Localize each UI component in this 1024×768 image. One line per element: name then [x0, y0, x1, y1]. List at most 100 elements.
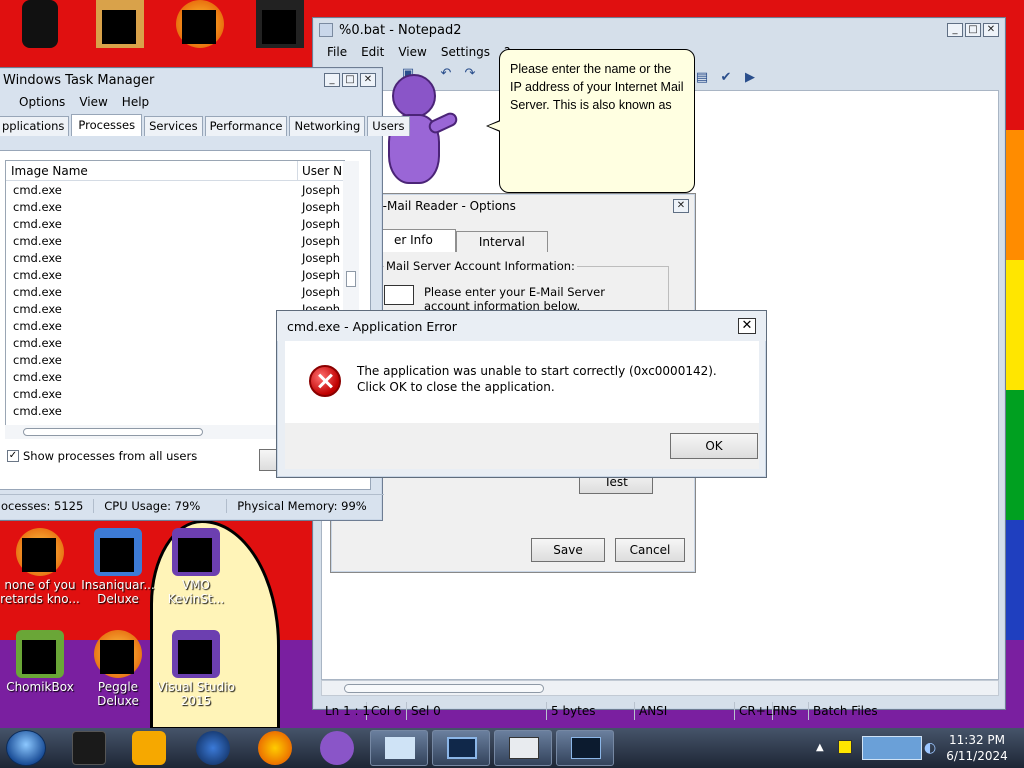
status-mode: INS: [773, 702, 809, 720]
show-all-processes-checkbox[interactable]: ✓ Show processes from all users: [7, 449, 197, 463]
notepad-app-icon: [319, 23, 333, 37]
desktop-icon-insaniquarium[interactable]: Insaniquar... Deluxe: [78, 528, 158, 606]
status-memory: Physical Memory: 99%: [237, 498, 367, 513]
menu-file[interactable]: File: [327, 45, 347, 59]
chomikbox-icon: [16, 630, 64, 678]
desktop-icon-visual-studio[interactable]: Visual Studio 2015: [156, 630, 236, 708]
taskbar-task-4[interactable]: [556, 730, 614, 766]
table-row[interactable]: cmd.exe Joseph: [6, 249, 344, 266]
process-image-name: cmd.exe: [13, 369, 62, 384]
maximize-button[interactable]: □: [965, 23, 981, 37]
process-image-name: cmd.exe: [13, 284, 62, 299]
menu-options[interactable]: Options: [19, 95, 65, 109]
tab-user-info[interactable]: er Info: [371, 229, 456, 252]
notepad-statusbar: Ln 1 : 1 Col 6 Sel 0 5 bytes ANSI CR+LF …: [321, 700, 999, 722]
globe-icon[interactable]: [196, 731, 230, 765]
document-icon: [509, 737, 539, 759]
menu-view[interactable]: View: [398, 45, 426, 59]
taskbar-task-3[interactable]: [494, 730, 552, 766]
maximize-button[interactable]: □: [342, 73, 358, 87]
close-button[interactable]: ✕: [983, 23, 999, 37]
redo-icon[interactable]: ↷: [461, 65, 479, 83]
desktop-icon-chomikbox[interactable]: ChomikBox: [0, 630, 80, 694]
tray-app-icon[interactable]: [838, 740, 852, 754]
table-row[interactable]: cmd.exe Joseph: [6, 215, 344, 232]
tab-services[interactable]: Services: [144, 116, 203, 136]
close-button[interactable]: ✕: [360, 73, 376, 87]
tab-networking[interactable]: Networking: [289, 116, 366, 136]
process-image-name: cmd.exe: [13, 199, 62, 214]
checkbox-checked-icon[interactable]: ✓: [7, 450, 19, 462]
save-button[interactable]: Save: [531, 538, 605, 562]
scroll-thumb[interactable]: [23, 428, 203, 436]
desktop-icon-vmo[interactable]: VMO KevinSt...: [156, 528, 236, 606]
minimize-button[interactable]: _: [324, 73, 340, 87]
error-message: The application was unable to start corr…: [357, 364, 717, 394]
process-list-header: Image Name User N: [6, 161, 344, 181]
menu-edit[interactable]: Edit: [361, 45, 384, 59]
taskmgr-titlebar[interactable]: Windows Task Manager _ □ ✕: [0, 68, 382, 92]
view-icon[interactable]: ▤: [693, 69, 711, 87]
menu-view[interactable]: View: [79, 95, 107, 109]
envelope-icon: [384, 285, 414, 305]
folder-icon: [96, 0, 144, 48]
instruction-text: Please enter your E-Mail Server account …: [424, 285, 605, 313]
tray-network-icon[interactable]: [862, 736, 922, 760]
process-user-name: Joseph: [302, 284, 341, 299]
scroll-thumb[interactable]: [346, 271, 356, 287]
taskbar-pinned-app-1[interactable]: [72, 731, 106, 765]
start-button[interactable]: [6, 730, 46, 766]
desktop-icon-peggle[interactable]: Peggle Deluxe: [78, 630, 158, 708]
cancel-button[interactable]: Cancel: [615, 538, 685, 562]
column-image-name[interactable]: Image Name: [6, 161, 298, 181]
taskbar-clock[interactable]: 11:32 PM 6/11/2024: [942, 732, 1012, 764]
volume-icon[interactable]: ◐: [924, 740, 936, 756]
taskbar-task-1[interactable]: [370, 730, 428, 766]
error-titlebar[interactable]: cmd.exe - Application Error ✕: [277, 311, 766, 341]
notepad-toolbar-right: ▤ ✔ ▶: [693, 66, 759, 90]
process-user-name: Joseph: [302, 182, 341, 197]
close-button[interactable]: ✕: [673, 199, 689, 213]
desktop-icon-top-3[interactable]: [160, 0, 240, 50]
system-tray: ▲ ◐: [812, 728, 942, 768]
desktop-icon-none[interactable]: none of you retards kno...: [0, 528, 80, 606]
ok-button[interactable]: OK: [670, 433, 758, 459]
table-row[interactable]: cmd.exe Joseph: [6, 283, 344, 300]
table-row[interactable]: cmd.exe Joseph: [6, 232, 344, 249]
edit-check-icon[interactable]: ✔: [717, 69, 735, 87]
bonzi-icon[interactable]: [320, 731, 354, 765]
desktop-icon-top-4[interactable]: [240, 0, 320, 50]
error-body: The application was unable to start corr…: [285, 341, 759, 423]
show-hidden-icons-icon[interactable]: ▲: [816, 742, 824, 753]
menu-help[interactable]: Help: [122, 95, 149, 109]
error-footer: OK: [285, 423, 759, 469]
scroll-thumb[interactable]: [344, 684, 544, 693]
desktop-icon-recycle[interactable]: [0, 0, 80, 50]
close-button[interactable]: ✕: [738, 318, 756, 334]
tab-performance[interactable]: Performance: [204, 116, 288, 136]
table-row[interactable]: cmd.exe Joseph: [6, 181, 344, 198]
tab-applications[interactable]: pplications: [0, 116, 70, 136]
table-row[interactable]: cmd.exe Joseph: [6, 198, 344, 215]
table-row[interactable]: cmd.exe Joseph: [6, 266, 344, 283]
tab-processes[interactable]: Processes: [71, 114, 143, 136]
taskbar-task-2[interactable]: [432, 730, 490, 766]
tab-users[interactable]: Users: [367, 116, 410, 136]
minimize-button[interactable]: _: [947, 23, 963, 37]
firefox-icon[interactable]: [258, 731, 292, 765]
visual-studio-icon: [172, 630, 220, 678]
game-icon: [16, 528, 64, 576]
process-image-name: cmd.exe: [13, 386, 62, 401]
tab-interval[interactable]: Interval: [455, 231, 548, 252]
run-icon[interactable]: ▶: [741, 69, 759, 87]
column-user-name[interactable]: User N: [298, 164, 342, 178]
process-user-name: Joseph: [302, 233, 341, 248]
status-line: Ln 1 : 1: [321, 702, 370, 720]
notepad-titlebar[interactable]: %0.bat - Notepad2 _ □ ✕: [313, 18, 1005, 42]
media-player-icon[interactable]: [132, 731, 166, 765]
notepad-horizontal-scrollbar[interactable]: [321, 680, 999, 696]
email-title: s E-Mail Reader - Options: [365, 199, 516, 213]
desktop-icon-label: Insaniquar... Deluxe: [81, 578, 155, 606]
menu-settings[interactable]: Settings: [441, 45, 490, 59]
desktop-icon-top-2[interactable]: [80, 0, 160, 50]
